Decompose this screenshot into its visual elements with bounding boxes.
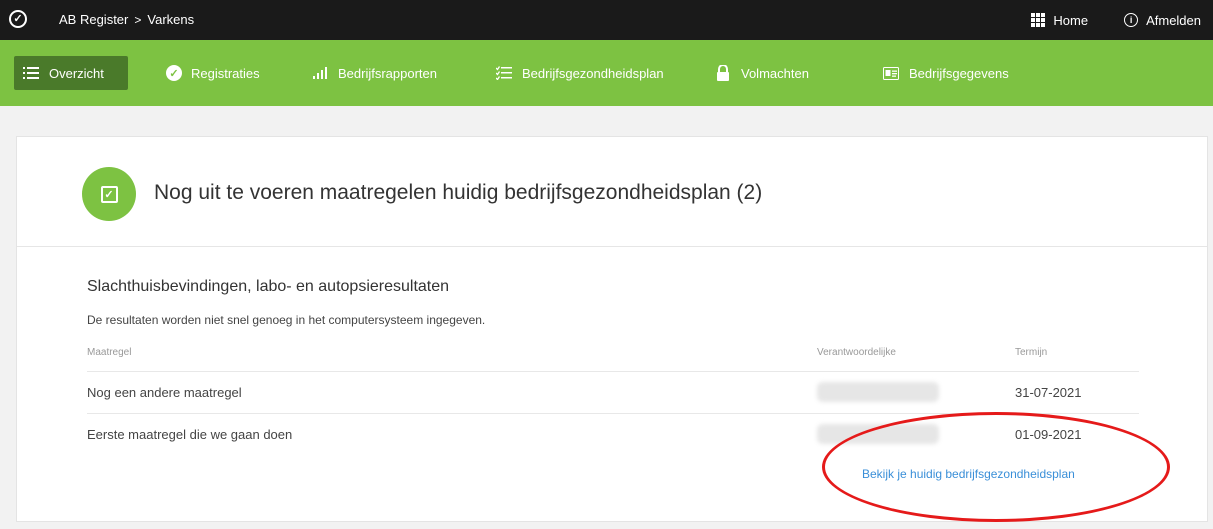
nav-item-bedrijfsgezondheidsplan[interactable]: Bedrijfsgezondheidsplan (487, 56, 672, 90)
nav-item-bedrijfsgegevens[interactable]: Bedrijfsgegevens (874, 56, 1017, 90)
logout-button[interactable]: i Afmelden (1124, 13, 1201, 28)
breadcrumb-item-varkens[interactable]: Varkens (147, 12, 194, 27)
card-title: Nog uit te voeren maatregelen huidig bed… (154, 181, 763, 204)
grid-icon (1031, 13, 1046, 27)
nav-label: Overzicht (49, 65, 104, 81)
breadcrumb: AB Register > Varkens (59, 12, 194, 27)
list-icon (22, 64, 40, 82)
home-button[interactable]: Home (1031, 13, 1088, 28)
annotation-ellipse (822, 412, 1170, 522)
logo-check-icon[interactable]: ✓ (9, 10, 27, 28)
row-2-maatregel: Eerste maatregel die we gaan doen (87, 427, 293, 442)
nav-label: Bedrijfsgegevens (909, 65, 1009, 81)
breadcrumb-separator: > (134, 12, 142, 27)
nav-label: Volmachten (741, 65, 809, 81)
info-icon: i (1124, 13, 1139, 27)
row-divider (87, 371, 1139, 372)
column-header-termijn: Termijn (1015, 347, 1048, 358)
nav-item-registraties[interactable]: ✓ Registraties (158, 56, 268, 90)
card-header: ✓ Nog uit te voeren maatregelen huidig b… (17, 137, 1207, 247)
nav-label: Registraties (191, 65, 260, 81)
breadcrumb-item-register[interactable]: AB Register (59, 12, 128, 27)
checklist-icon (495, 64, 513, 82)
nav-label: Bedrijfsrapporten (338, 65, 437, 81)
top-bar: ✓ AB Register > Varkens Home i Afmelden (0, 0, 1213, 40)
section-title: Slachthuisbevindingen, labo- en autopsie… (87, 278, 450, 295)
column-header-verantwoordelijke: Verantwoordelijke (817, 347, 896, 358)
logout-label: Afmelden (1146, 12, 1201, 28)
checkbox-icon: ✓ (100, 185, 118, 203)
row-1-verantwoordelijke-redacted (817, 382, 939, 402)
home-label: Home (1053, 12, 1089, 28)
id-card-icon (882, 64, 900, 82)
row-1-maatregel: Nog een andere maatregel (87, 385, 242, 400)
nav-item-overzicht[interactable]: Overzicht (14, 56, 128, 90)
section-description: De resultaten worden niet snel genoeg in… (87, 313, 486, 327)
check-circle-icon: ✓ (166, 65, 182, 81)
nav-label: Bedrijfsgezondheidsplan (522, 65, 664, 81)
nav-item-volmachten[interactable]: Volmachten (706, 56, 817, 90)
column-header-maatregel: Maatregel (87, 347, 132, 358)
lock-icon (714, 64, 732, 82)
main-nav: Overzicht ✓ Registraties Bedrijfsrapport… (0, 40, 1213, 106)
checkbox-badge: ✓ (82, 167, 136, 221)
row-1-termijn: 31-07-2021 (1015, 385, 1082, 400)
nav-item-bedrijfsrapporten[interactable]: Bedrijfsrapporten (303, 56, 445, 90)
signal-bars-icon (311, 64, 329, 82)
